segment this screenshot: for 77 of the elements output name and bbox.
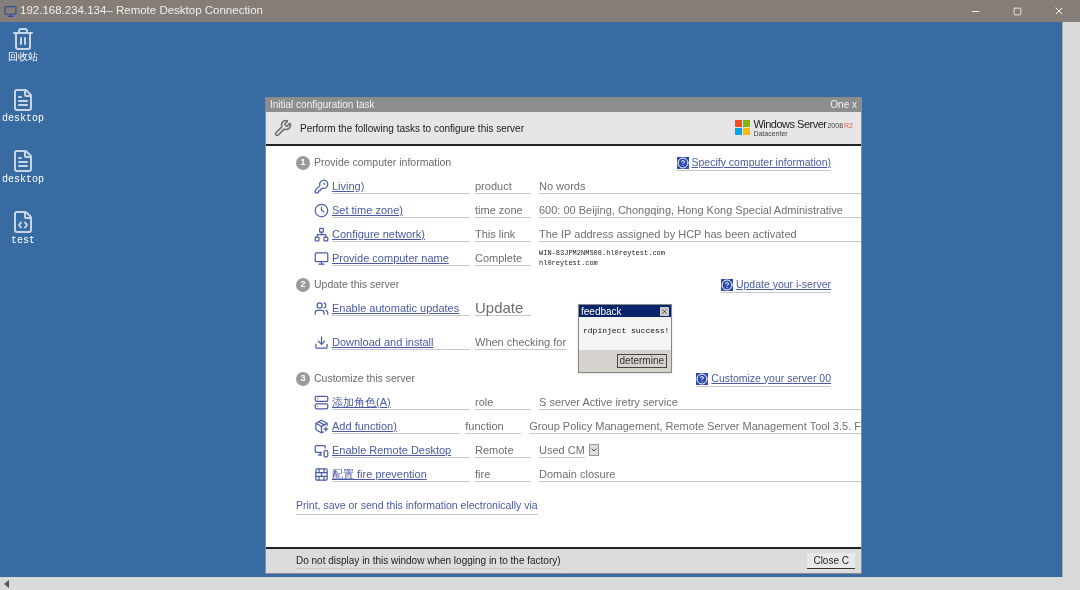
users-icon [314, 300, 329, 316]
file-icon[interactable] [11, 87, 35, 113]
desktop-icon-label[interactable]: test [11, 235, 35, 246]
section-title: Customize this server [314, 371, 415, 387]
windows-logo-icon [735, 120, 752, 136]
task-link[interactable]: Download and install [332, 334, 470, 350]
ok-button[interactable]: determine [616, 354, 667, 368]
close-icon[interactable] [660, 306, 669, 316]
step-number: 1 [296, 156, 310, 170]
section-title: Provide computer information [314, 155, 452, 171]
step-number: 3 [296, 372, 310, 386]
script-file-icon[interactable] [11, 209, 35, 235]
task-label: product [475, 178, 531, 194]
section-title: Update this server [314, 277, 400, 293]
dropdown-button[interactable] [588, 444, 599, 456]
task-link[interactable]: 添加角色(A) [332, 394, 470, 410]
clock-icon [314, 202, 329, 218]
task-label: time zone [475, 202, 531, 218]
monitor-icon [314, 442, 329, 458]
window-title: 192.168.234.134– Remote Desktop Connection [20, 3, 263, 19]
task-link[interactable]: 配置 fire prevention [332, 466, 470, 482]
message-title: feedback [581, 305, 622, 317]
close-icon [1053, 5, 1065, 17]
task-label: Update [475, 300, 531, 316]
task-label: function [465, 418, 522, 434]
task-value: Domain closure [539, 466, 861, 482]
footer-text: Do not display in this window when logging in to the factory) [296, 553, 561, 569]
task-link[interactable]: Enable Remote Desktop [332, 442, 470, 458]
task-link[interactable]: Living) [332, 178, 470, 194]
help-icon [720, 278, 733, 291]
task-label: Remote [475, 442, 531, 458]
chevron-down-icon [589, 446, 598, 454]
key-icon [314, 178, 329, 194]
horizontal-scrollbar[interactable] [0, 577, 1080, 590]
task-link[interactable]: Configure network) [332, 226, 470, 242]
scroll-left-icon[interactable] [3, 579, 11, 588]
help-link[interactable]: Update your i-server [735, 276, 831, 293]
package-icon [314, 418, 329, 434]
file-icon[interactable] [11, 148, 35, 174]
help-link[interactable]: Customize your server 00 [711, 370, 831, 387]
dialog-title: Initial configuration task [270, 99, 375, 111]
wall-icon [314, 466, 329, 482]
header-text: Perform the following tasks to configure this server [300, 121, 524, 136]
help-icon [696, 372, 709, 385]
computer-icon [314, 250, 329, 266]
task-value: Group Policy Management, Remote Server Management Tool 3.5. F [529, 418, 861, 434]
maximize-icon [1012, 6, 1022, 16]
task-value: No words [539, 178, 861, 194]
task-value: Used CM [539, 442, 585, 458]
logo-brand: Windows Server [753, 118, 827, 130]
help-link[interactable]: Specify computer information) [691, 154, 831, 171]
help-icon [676, 156, 689, 169]
download-icon [314, 334, 329, 350]
network-icon [314, 226, 329, 242]
task-label: fire [475, 466, 531, 482]
message-text: rdpinject success! [583, 325, 671, 337]
task-label: Complete [475, 250, 531, 266]
task-link[interactable]: Provide computer name [332, 250, 470, 266]
task-value: 600: 00 Beijing, Chongqing, Hong Kong Special Administrative [539, 202, 861, 218]
task-link[interactable]: Enable automatic updates [332, 300, 470, 316]
close-button[interactable]: Close C [807, 553, 855, 569]
task-label: When checking for [475, 334, 567, 350]
task-value: The IP address assigned by HCP has been activated [539, 226, 861, 242]
desktop-icon-label[interactable]: 回收站 [8, 52, 38, 63]
computer-icon [4, 4, 17, 18]
task-label: This link [475, 226, 531, 242]
desktop-icon-label[interactable]: desktop [2, 113, 44, 124]
step-number: 2 [296, 278, 310, 292]
trash-icon[interactable] [11, 26, 35, 52]
vertical-scrollbar[interactable] [1062, 22, 1080, 577]
task-link[interactable]: Add function) [332, 418, 461, 434]
task-label: role [475, 394, 531, 410]
print-link[interactable]: Print, save or send this information electronically via [296, 498, 538, 515]
task-link[interactable]: Set time zone) [332, 202, 470, 218]
desktop-icon-label[interactable]: desktop [2, 174, 44, 185]
server-icon [314, 394, 329, 410]
task-value: S server Active iretry service [539, 394, 861, 410]
